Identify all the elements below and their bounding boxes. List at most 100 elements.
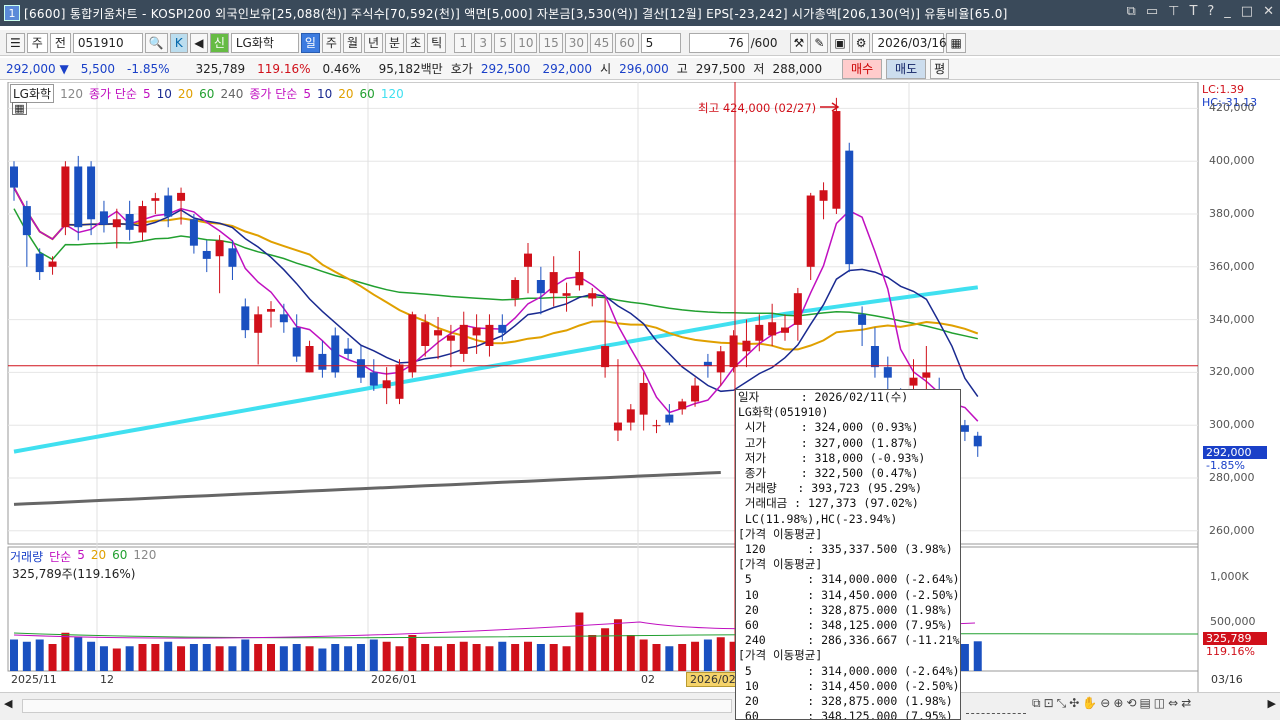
interval-45[interactable]: 45 — [590, 32, 614, 53]
legend-ma-label[interactable]: 종가 단순 — [89, 85, 137, 102]
eval-button[interactable]: 평 — [930, 58, 950, 79]
help-icon[interactable]: ? — [1207, 4, 1214, 19]
volume-bar — [691, 641, 700, 671]
scroll-track[interactable] — [22, 699, 732, 713]
candle-body — [729, 335, 738, 368]
period-minute[interactable]: 분 — [385, 32, 405, 53]
candle-body — [228, 248, 237, 267]
open-label: 시 — [600, 62, 612, 76]
credit-badge[interactable]: 신 — [209, 32, 229, 53]
maximize-icon[interactable]: □ — [1241, 4, 1253, 19]
period-tick[interactable]: 틱 — [427, 32, 447, 53]
volume-bar — [99, 646, 108, 671]
scroll-thumb[interactable] — [966, 696, 1026, 714]
legend-stock-period: 120 — [60, 86, 83, 101]
volume-bar — [459, 641, 468, 671]
candle-body — [819, 190, 828, 201]
price-axis-label: 320,000 — [1209, 365, 1255, 379]
tool-icon[interactable]: ⚒ — [789, 32, 809, 53]
volume-bar — [575, 612, 584, 671]
legend-ma2-label[interactable]: 종가 단순 — [249, 85, 297, 102]
legend-ma-240: 240 — [220, 86, 244, 101]
legend-stock-name[interactable]: LG화학 — [10, 84, 55, 103]
period-week[interactable]: 주 — [321, 32, 341, 53]
tooltip-row: 시가 : 324,000 (0.93%) — [738, 420, 919, 435]
pin-icon[interactable]: ▭ — [1146, 4, 1158, 19]
minimize-icon[interactable]: _ — [1224, 4, 1231, 19]
tooltip-row: 240 : 286,336.667 (-11.21%) — [738, 633, 961, 648]
period-second[interactable]: 초 — [406, 32, 426, 53]
chart-area[interactable]: LG화학 120 종가 단순 5 10 20 60 240 종가 단순 5 10… — [0, 81, 1280, 692]
volume-bar — [241, 639, 250, 671]
period-day[interactable]: 일 — [300, 32, 320, 53]
volume-bar — [279, 646, 288, 671]
candle-body — [716, 351, 725, 373]
settings-icon[interactable]: ⚙ — [851, 32, 871, 53]
interval-1[interactable]: 1 — [454, 32, 473, 53]
prev-select[interactable]: 전 — [49, 32, 71, 53]
candle-body — [35, 253, 44, 273]
save-icon[interactable]: ▣ — [830, 32, 850, 53]
sound-icon[interactable]: ◀ — [189, 32, 208, 53]
price-chart[interactable] — [0, 81, 1280, 692]
scroll-left-icon[interactable]: ◀ — [4, 697, 12, 710]
zoom-fit-icon[interactable]: ⧉ — [1032, 696, 1041, 711]
interval-30[interactable]: 30 — [564, 32, 589, 53]
interval-10[interactable]: 10 — [514, 32, 538, 53]
chart-tools: ⧉ ⊡ ⤡ ✣ ✋ ⊖ ⊕ ⟲ ▤ ◫ ⇔ ⇄ — [1032, 696, 1191, 711]
interval-input[interactable]: 5 — [640, 32, 681, 53]
candle-body — [369, 372, 378, 386]
candle-body — [973, 435, 982, 447]
market-select[interactable]: 주 — [26, 32, 48, 53]
sell-button[interactable]: 매도 — [886, 58, 927, 79]
restore-icon[interactable]: ⧉ — [1127, 4, 1136, 19]
close-icon[interactable]: ✕ — [1263, 4, 1274, 19]
volume-bar — [125, 646, 134, 671]
hand-icon[interactable]: ✋ — [1082, 696, 1097, 711]
candle-body — [549, 272, 558, 294]
interval-5[interactable]: 5 — [494, 32, 513, 53]
expand-icon[interactable]: ⇔ — [1168, 696, 1178, 711]
volume-bar — [369, 639, 378, 671]
candle-body — [61, 166, 70, 228]
crosshair-tooltip: 일자 : 2026/02/11(수) LG화학(051910) 시가 : 324,… — [735, 389, 961, 720]
date-input[interactable]: 2026/03/16 — [872, 32, 947, 53]
k-button[interactable]: K — [169, 32, 188, 53]
plus-icon[interactable]: ⊕ — [1113, 696, 1123, 711]
period-month[interactable]: 월 — [342, 32, 362, 53]
reset-icon[interactable]: ⟲ — [1126, 696, 1136, 711]
period-year[interactable]: 년 — [364, 32, 384, 53]
grid-icon[interactable]: ☰ — [6, 32, 25, 53]
draw-icon[interactable]: ✎ — [810, 32, 829, 53]
calendar-icon[interactable]: ▦ — [946, 32, 966, 53]
volume-bar — [562, 646, 571, 671]
scroll-right-icon[interactable]: ▶ — [1268, 697, 1276, 710]
collapse-icon[interactable]: ⇄ — [1181, 696, 1191, 711]
low-label: 저 — [753, 62, 765, 76]
cursor-icon[interactable]: ⤡ — [1057, 696, 1067, 711]
volume-bar — [22, 641, 31, 671]
buy-button[interactable]: 매수 — [842, 58, 883, 79]
count-input[interactable]: 76 — [688, 32, 749, 53]
volume-legend-label[interactable]: 거래량 — [10, 548, 43, 565]
table-icon[interactable]: ▦ — [12, 102, 27, 115]
stock-code-input[interactable]: 051910 — [72, 32, 143, 53]
volume-axis-1000k: 1,000K — [1210, 570, 1249, 583]
layout-icon[interactable]: ▤ — [1139, 696, 1150, 711]
minus-icon[interactable]: ⊖ — [1100, 696, 1110, 711]
text-icon[interactable]: T — [1189, 4, 1197, 19]
chart-scrollbar[interactable]: ◀ ⧉ ⊡ ⤡ ✣ ✋ ⊖ ⊕ ⟲ ▤ ◫ ⇔ ⇄ ▶ — [0, 692, 1280, 720]
search-icon[interactable]: 🔍 — [144, 32, 168, 53]
cross-icon[interactable]: ✣ — [1069, 696, 1079, 711]
zoom-icon[interactable]: ⊡ — [1044, 696, 1054, 711]
lock-icon[interactable]: ⊤ — [1168, 4, 1179, 19]
interval-15[interactable]: 15 — [539, 32, 563, 53]
candle-body — [909, 377, 918, 386]
interval-3[interactable]: 3 — [474, 32, 493, 53]
candle-body — [99, 211, 108, 225]
trade-amount: 95,182백만 — [378, 62, 443, 76]
volume-legend: 거래량 단순 5 20 60 120 — [10, 548, 156, 565]
tooltip-row: [가격 이동평균] — [738, 648, 823, 663]
interval-60[interactable]: 60 — [615, 32, 639, 53]
split-icon[interactable]: ◫ — [1154, 696, 1165, 711]
